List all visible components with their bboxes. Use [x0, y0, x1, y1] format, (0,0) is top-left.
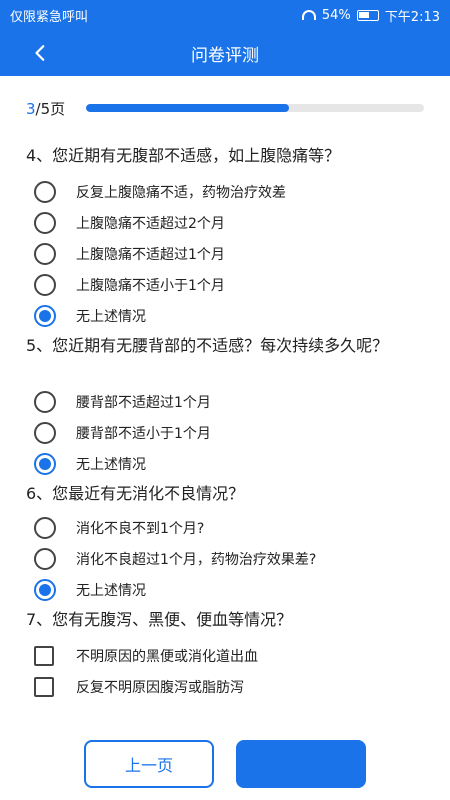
option-5-3[interactable]: 无上述情况 [34, 450, 146, 478]
radio-icon[interactable] [34, 243, 56, 265]
option-7-1[interactable]: 不明原因的黑便或消化道出血 [34, 642, 258, 670]
previous-page-button[interactable]: 上一页 [84, 740, 214, 788]
radio-icon[interactable] [34, 181, 56, 203]
option-label: 上腹隐痛不适小于1个月 [76, 278, 225, 294]
radio-icon[interactable] [34, 422, 56, 444]
checkbox-icon[interactable] [34, 677, 54, 697]
progress-bar-fill [86, 104, 289, 112]
option-label: 消化不良超过1个月，药物治疗效果差? [76, 552, 317, 568]
progress-current: 3 [26, 99, 36, 118]
radio-checked-icon[interactable] [34, 453, 56, 475]
question-7: 7、您有无腹泻、黑便、便血等情况？ [26, 610, 293, 629]
option-label: 无上述情况 [76, 457, 146, 473]
progress-total: /5页 [35, 99, 66, 118]
next-page-button[interactable] [236, 740, 366, 788]
option-6-2[interactable]: 消化不良超过1个月，药物治疗效果差? [34, 545, 316, 573]
option-label: 反复不明原因腹泻或脂肪泻 [76, 680, 244, 696]
option-4-2[interactable]: 上腹隐痛不适超过2个月 [34, 209, 225, 237]
progress-text: 3/5页 [26, 98, 82, 119]
option-label: 不明原因的黑便或消化道出血 [76, 649, 258, 665]
option-4-4[interactable]: 上腹隐痛不适小于1个月 [34, 271, 225, 299]
option-6-3[interactable]: 无上述情况 [34, 576, 146, 604]
option-label: 无上述情况 [76, 583, 146, 599]
page-title: 问卷评测 [191, 45, 259, 66]
progress-bar [86, 104, 424, 112]
option-label: 上腹隐痛不适超过1个月 [76, 247, 225, 263]
option-label: 腰背部不适小于1个月 [76, 426, 211, 442]
wifi-icon [301, 10, 316, 20]
battery-icon [356, 9, 379, 21]
status-icons: 54% 下午2:13 [301, 6, 440, 25]
option-label: 消化不良不到1个月? [76, 521, 205, 537]
option-4-5[interactable]: 无上述情况 [34, 302, 146, 330]
back-button[interactable] [24, 36, 58, 70]
radio-icon[interactable] [34, 391, 56, 413]
clock-text: 下午2:13 [384, 9, 440, 25]
option-6-1[interactable]: 消化不良不到1个月? [34, 514, 204, 542]
status-bar: 仅限紧急呼叫 54% 下午2:13 [0, 0, 450, 30]
option-label: 无上述情况 [76, 309, 146, 325]
question-5: 5、您近期有无腰背部的不适感？每次持续多久呢？ [26, 336, 389, 355]
option-label: 上腹隐痛不适超过2个月 [76, 216, 225, 232]
option-label: 腰背部不适超过1个月 [76, 395, 211, 411]
progress-indicator: 3/5页 [26, 98, 426, 118]
radio-checked-icon[interactable] [34, 305, 56, 327]
carrier-text: 仅限紧急呼叫 [10, 9, 89, 25]
radio-icon[interactable] [34, 517, 56, 539]
option-label: 反复上腹隐痛不适，药物治疗效差 [76, 185, 286, 201]
chevron-left-icon [35, 45, 45, 61]
top-app-bar: 问卷评测 [0, 30, 450, 76]
option-5-2[interactable]: 腰背部不适小于1个月 [34, 419, 211, 447]
question-6: 6、您最近有无消化不良情况？ [26, 484, 245, 503]
question-4: 4、您近期有无腹部不适感，如上腹隐痛等？ [26, 146, 341, 165]
option-4-3[interactable]: 上腹隐痛不适超过1个月 [34, 240, 225, 268]
radio-icon[interactable] [34, 274, 56, 296]
option-4-1[interactable]: 反复上腹隐痛不适，药物治疗效差 [34, 178, 286, 206]
option-5-1[interactable]: 腰背部不适超过1个月 [34, 388, 211, 416]
battery-text: 54% [321, 7, 351, 23]
checkbox-icon[interactable] [34, 646, 54, 666]
option-7-2[interactable]: 反复不明原因腹泻或脂肪泻 [34, 673, 244, 701]
radio-icon[interactable] [34, 548, 56, 570]
radio-icon[interactable] [34, 212, 56, 234]
radio-checked-icon[interactable] [34, 579, 56, 601]
